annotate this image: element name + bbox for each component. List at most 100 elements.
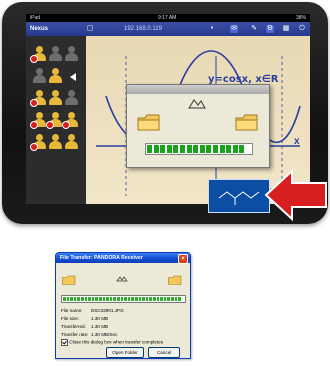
info-row: Transfer rate: 1.30 MB/Sec xyxy=(61,331,124,339)
info-row: File name: DSC02901.JPG xyxy=(61,307,124,315)
progress-segment xyxy=(239,145,245,153)
progress-segment xyxy=(186,145,192,153)
progress-segment xyxy=(124,297,127,301)
settings-icon[interactable]: ⚙ xyxy=(266,25,274,33)
student-icon[interactable] xyxy=(64,90,78,106)
folder-icon xyxy=(168,275,182,285)
student-icon[interactable] xyxy=(48,68,62,84)
connection-icon[interactable]: • xyxy=(208,25,216,33)
transfer-progress-bar xyxy=(145,143,253,155)
progress-segment xyxy=(127,297,131,301)
progress-segment xyxy=(106,297,109,301)
progress-segment xyxy=(113,297,116,301)
progress-segment xyxy=(117,297,120,301)
progress-segment xyxy=(199,145,205,153)
progress-segment xyxy=(171,297,174,301)
status-carrier: iPad xyxy=(30,15,41,21)
folder-icon xyxy=(62,275,76,285)
progress-segment xyxy=(142,297,145,301)
cancel-button[interactable]: Cancel xyxy=(148,347,180,358)
pen-icon[interactable]: ✎ xyxy=(250,25,258,33)
progress-segment xyxy=(147,145,152,153)
folder-icon xyxy=(137,114,160,131)
progress-segment xyxy=(88,297,91,301)
info-value: 1.30 MB/Sec xyxy=(91,332,118,337)
close-icon[interactable]: × xyxy=(178,254,188,264)
checkbox-label: Close this dialog box when transfer comp… xyxy=(69,339,163,345)
student-icon[interactable] xyxy=(48,46,62,62)
progress-segment xyxy=(178,297,181,301)
student-icon[interactable] xyxy=(30,90,46,107)
student-icon[interactable] xyxy=(46,112,62,129)
transfer-icon xyxy=(188,99,206,109)
dialog-title: File Transfer: PANDORA Receiver xyxy=(56,253,190,263)
open-folder-button[interactable]: Open Folder xyxy=(106,347,144,358)
chat-icon[interactable]: ✉ xyxy=(230,25,238,33)
info-row: Transferred: 1.30 MB xyxy=(61,323,124,331)
transfer-progress-bar xyxy=(61,295,186,303)
progress-segment xyxy=(193,145,199,153)
progress-segment xyxy=(77,297,80,301)
student-icon[interactable] xyxy=(48,90,62,106)
progress-segment xyxy=(131,297,134,301)
progress-segment xyxy=(91,297,95,301)
progress-segment xyxy=(145,297,149,301)
folder-icon xyxy=(235,114,258,131)
status-battery: 38% xyxy=(295,15,306,21)
student-icon[interactable] xyxy=(30,46,46,63)
student-icon[interactable] xyxy=(30,112,46,129)
student-icon[interactable] xyxy=(48,134,62,150)
tablet-device: iPad 9:17 AM 38% Nexus ▢ 192.168.0.119 •… xyxy=(2,2,328,224)
app-title[interactable]: Nexus xyxy=(30,22,48,36)
info-label: Transfer rate: xyxy=(61,332,89,337)
grid-icon[interactable]: ▦ xyxy=(282,25,290,33)
progress-segment xyxy=(95,297,98,301)
progress-segment xyxy=(135,297,138,301)
progress-segment xyxy=(232,145,238,153)
student-icon[interactable] xyxy=(30,134,46,151)
progress-segment xyxy=(206,145,212,153)
progress-segment xyxy=(160,145,166,153)
power-icon[interactable]: ⏻ xyxy=(298,25,306,33)
progress-segment xyxy=(153,297,156,301)
progress-segment xyxy=(149,297,152,301)
progress-segment xyxy=(109,297,113,301)
info-value: 1.30 MB xyxy=(91,316,109,321)
progress-segment xyxy=(219,145,225,153)
app-toolbar: Nexus ▢ 192.168.0.119 • ✉ ✎ ⚙ ▦ ⏻ xyxy=(26,22,310,36)
progress-segment xyxy=(66,297,70,301)
info-value: DSC02901.JPG xyxy=(91,308,124,313)
status-bar: iPad 9:17 AM 38% xyxy=(26,14,310,22)
address-field[interactable]: 192.168.0.119 xyxy=(124,22,162,36)
progress-segment xyxy=(102,297,106,301)
progress-segment xyxy=(156,297,160,301)
progress-segment xyxy=(163,297,167,301)
student-icon[interactable] xyxy=(32,68,46,84)
progress-segment xyxy=(167,297,170,301)
info-label: File name: xyxy=(61,308,83,313)
transfer-info: File name: DSC02901.JPG File size: 1.30 MB… xyxy=(61,307,124,339)
progress-segment xyxy=(153,145,159,153)
info-label: File size: xyxy=(61,316,80,321)
checkbox-icon[interactable] xyxy=(61,339,68,346)
menu-icon[interactable]: ▢ xyxy=(86,25,94,33)
progress-segment xyxy=(120,297,124,301)
axis-x-label: x xyxy=(294,136,300,147)
student-icon[interactable] xyxy=(64,46,78,62)
info-value: 1.30 MB xyxy=(91,324,109,329)
progress-segment xyxy=(166,145,172,153)
progress-segment xyxy=(99,297,102,301)
transfer-icon xyxy=(116,276,128,282)
info-label: Transferred: xyxy=(61,324,86,329)
molecule-thumbnail[interactable] xyxy=(208,179,270,213)
progress-segment xyxy=(160,297,163,301)
student-icon[interactable] xyxy=(64,134,78,150)
progress-segment xyxy=(70,297,73,301)
student-icon[interactable] xyxy=(62,112,78,129)
progress-segment xyxy=(173,145,179,153)
progress-segment xyxy=(63,297,66,301)
progress-segment xyxy=(226,145,232,153)
close-when-complete-checkbox[interactable]: Close this dialog box when transfer comp… xyxy=(61,339,163,346)
progress-segment xyxy=(138,297,142,301)
student-list xyxy=(26,36,86,204)
